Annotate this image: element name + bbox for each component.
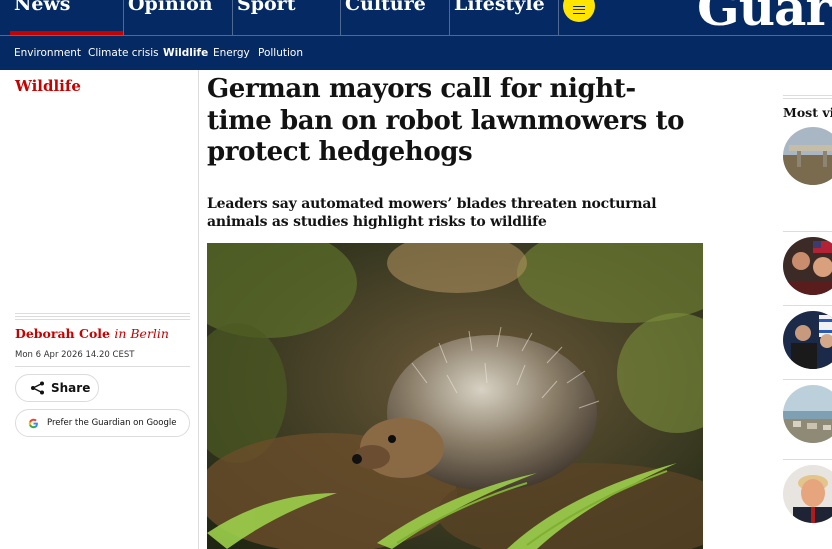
sub-navigation: Environment Climate crisis Wildlife Ener… <box>0 35 832 70</box>
pillar-sport[interactable]: Sport <box>232 0 340 35</box>
hero-image[interactable] <box>207 243 703 549</box>
prefer-google-label: Prefer the Guardian on Google <box>47 418 177 428</box>
article-headline: German mayors call for night-time ban on… <box>207 74 685 167</box>
hedgehog-photo <box>207 243 703 549</box>
share-label: Share <box>51 381 91 395</box>
pillar-culture[interactable]: Culture <box>340 0 449 35</box>
prefer-google-button[interactable]: Prefer the Guardian on Google <box>15 409 190 437</box>
coast-thumb <box>783 385 832 443</box>
publish-date[interactable]: Mon 6 Apr 2026 14.20 CEST <box>15 350 134 360</box>
subnav-wildlife[interactable]: Wildlife <box>163 47 208 59</box>
rail-divider <box>783 379 832 380</box>
trump-thumb <box>783 465 832 523</box>
pillar-news-label: News <box>14 0 71 15</box>
share-button[interactable]: Share <box>15 374 99 402</box>
pillar-lifestyle-label: Lifestyle <box>454 0 545 15</box>
divider <box>15 366 190 367</box>
bridge-thumb <box>783 127 832 185</box>
top-navigation: News Opinion Sport Culture Lifestyle Gua… <box>0 0 832 35</box>
article-meta-column: Wildlife Deborah Cole in Berlin Mon 6 Ap… <box>0 70 199 549</box>
pillar-opinion-label: Opinion <box>128 0 213 15</box>
guardian-logo[interactable]: Guar <box>697 0 832 35</box>
subnav-environment[interactable]: Environment <box>14 47 81 59</box>
rail-divider <box>783 305 832 306</box>
byline: Deborah Cole in Berlin <box>15 326 169 341</box>
share-icon <box>31 381 44 395</box>
most-viewed-item-1[interactable] <box>783 127 832 185</box>
most-viewed-item-5[interactable] <box>783 465 832 523</box>
article-standfirst: Leaders say automated mowers’ blades thr… <box>207 196 657 230</box>
google-icon <box>28 418 38 428</box>
pillar-culture-label: Culture <box>345 0 426 15</box>
most-viewed-item-3[interactable] <box>783 311 832 369</box>
author-name[interactable]: Deborah Cole <box>15 326 110 341</box>
most-viewed-title: Most viewed <box>783 105 832 120</box>
rail-divider <box>783 95 832 101</box>
subnav-climate-crisis[interactable]: Climate crisis <box>88 47 159 59</box>
crowd-thumb <box>783 237 832 295</box>
pillar-sport-label: Sport <box>237 0 296 15</box>
subnav-energy[interactable]: Energy <box>213 47 250 59</box>
leaders-thumb <box>783 311 832 369</box>
pillar-news[interactable]: News <box>10 0 123 35</box>
most-viewed-rail: Most viewed <box>783 95 832 549</box>
most-viewed-item-4[interactable] <box>783 385 832 443</box>
pillar-lifestyle[interactable]: Lifestyle <box>449 0 558 35</box>
subnav-pollution[interactable]: Pollution <box>258 47 303 59</box>
most-viewed-item-2[interactable] <box>783 237 832 295</box>
hamburger-icon <box>573 6 585 14</box>
section-label[interactable]: Wildlife <box>15 77 81 95</box>
pillar-opinion[interactable]: Opinion <box>123 0 232 35</box>
meta-divider <box>15 313 190 321</box>
rail-divider <box>783 459 832 460</box>
author-location: in Berlin <box>114 326 169 341</box>
rail-divider <box>783 231 832 232</box>
